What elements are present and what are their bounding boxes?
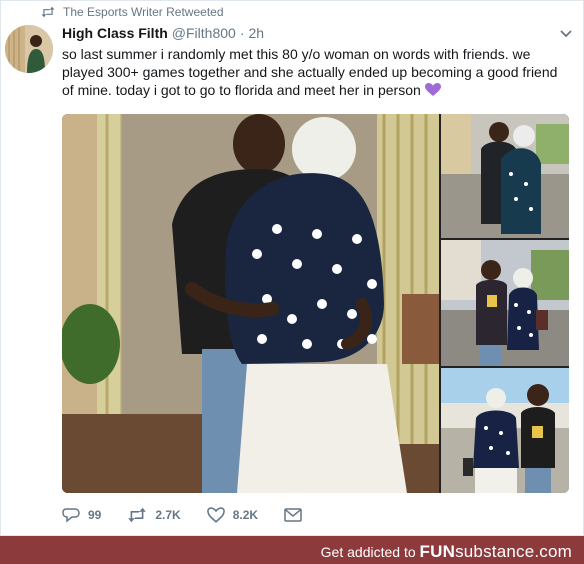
photo-main[interactable] [62, 114, 439, 493]
footer-brand-suffix: .com [534, 542, 572, 561]
tweet-actions: 99 2.7K 8.2K [62, 507, 328, 523]
user-handle[interactable]: @Filth800 [172, 25, 236, 41]
footer-brand: FUNsubstance.com [420, 542, 572, 561]
reply-icon [62, 508, 80, 523]
separator-dot: · [239, 25, 245, 41]
like-count: 8.2K [232, 508, 259, 522]
chevron-down-icon[interactable] [559, 29, 573, 39]
photo-thumb-2[interactable] [441, 240, 569, 366]
like-button[interactable]: 8.2K [206, 507, 259, 523]
tweet-header: High Class Filth @Filth800 · 2h [62, 25, 264, 41]
site-footer-banner: Get addicted to FUNsubstance.com [0, 536, 584, 564]
reply-button[interactable]: 99 [62, 507, 101, 523]
avatar[interactable] [5, 25, 53, 73]
footer-prefix: Get addicted to [320, 544, 416, 560]
photo-thumb-3[interactable] [441, 368, 569, 493]
purple-heart-icon [424, 83, 441, 96]
retweet-banner: The Esports Writer Retweeted [41, 4, 224, 20]
reply-count: 99 [88, 508, 102, 522]
tweet-card[interactable]: The Esports Writer Retweeted High Class … [0, 0, 584, 536]
footer-brand-bold: FUN [419, 542, 456, 561]
tweet-body: so last summer i randomly met this 80 y/… [62, 46, 558, 98]
retweet-banner-text[interactable]: The Esports Writer Retweeted [63, 5, 224, 19]
media-grid[interactable] [62, 114, 569, 493]
retweet-icon [128, 507, 147, 523]
retweet-icon [41, 6, 55, 18]
photo-thumb-1[interactable] [441, 114, 569, 238]
footer-brand-light: substance [455, 542, 535, 561]
retweet-count: 2.7K [155, 508, 181, 522]
retweet-button[interactable]: 2.7K [127, 507, 181, 523]
direct-message-button[interactable] [284, 508, 302, 522]
timestamp[interactable]: 2h [249, 25, 265, 41]
display-name[interactable]: High Class Filth [62, 25, 168, 41]
envelope-icon [284, 508, 302, 522]
tweet-text: so last summer i randomly met this 80 y/… [62, 45, 572, 99]
footer-promo[interactable]: Get addicted to FUNsubstance.com [321, 542, 572, 562]
heart-icon [206, 507, 225, 523]
